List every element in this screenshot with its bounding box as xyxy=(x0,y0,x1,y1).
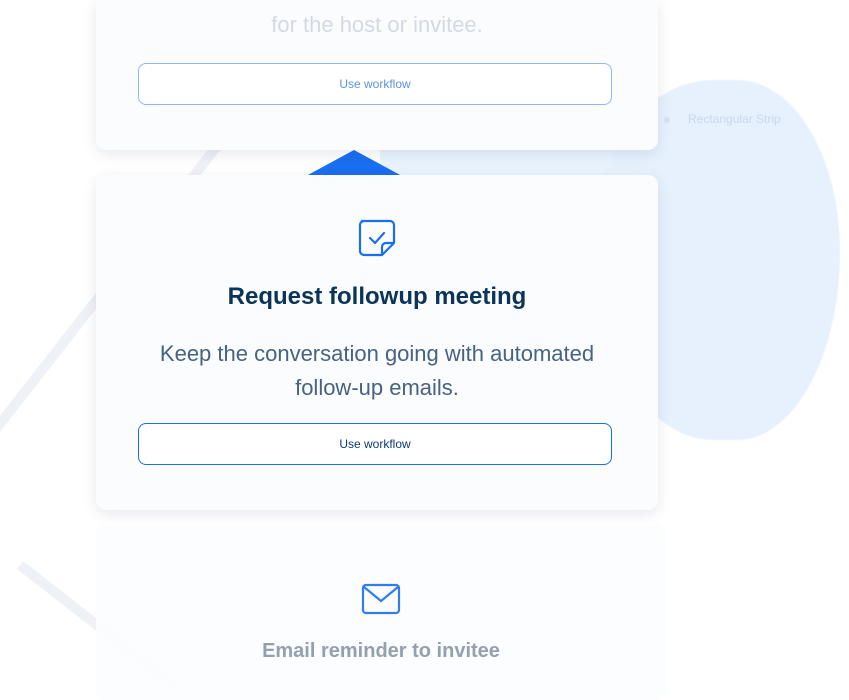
card-subtitle: for the host or invitee. xyxy=(271,12,483,37)
ghost-bullet xyxy=(664,117,670,123)
workflow-card-top: for the host or invitee. Use workflow xyxy=(96,0,658,150)
card-title: Email reminder to invitee xyxy=(262,640,500,662)
card-title: Request followup meeting xyxy=(227,283,527,310)
decorative-triangle xyxy=(306,150,402,176)
workflow-card-email-reminder: Email reminder to invitee xyxy=(96,525,666,700)
ghost-label: Rectangular Strip xyxy=(688,112,781,126)
card-description: Keep the conversation going with automat… xyxy=(159,341,595,400)
use-workflow-button[interactable]: Use workflow xyxy=(138,423,612,465)
checkbox-note-icon xyxy=(356,217,398,259)
use-workflow-button[interactable]: Use workflow xyxy=(138,63,612,105)
workflow-card-request-followup: Request followup meeting Keep the conver… xyxy=(96,175,658,510)
envelope-icon xyxy=(361,583,401,615)
